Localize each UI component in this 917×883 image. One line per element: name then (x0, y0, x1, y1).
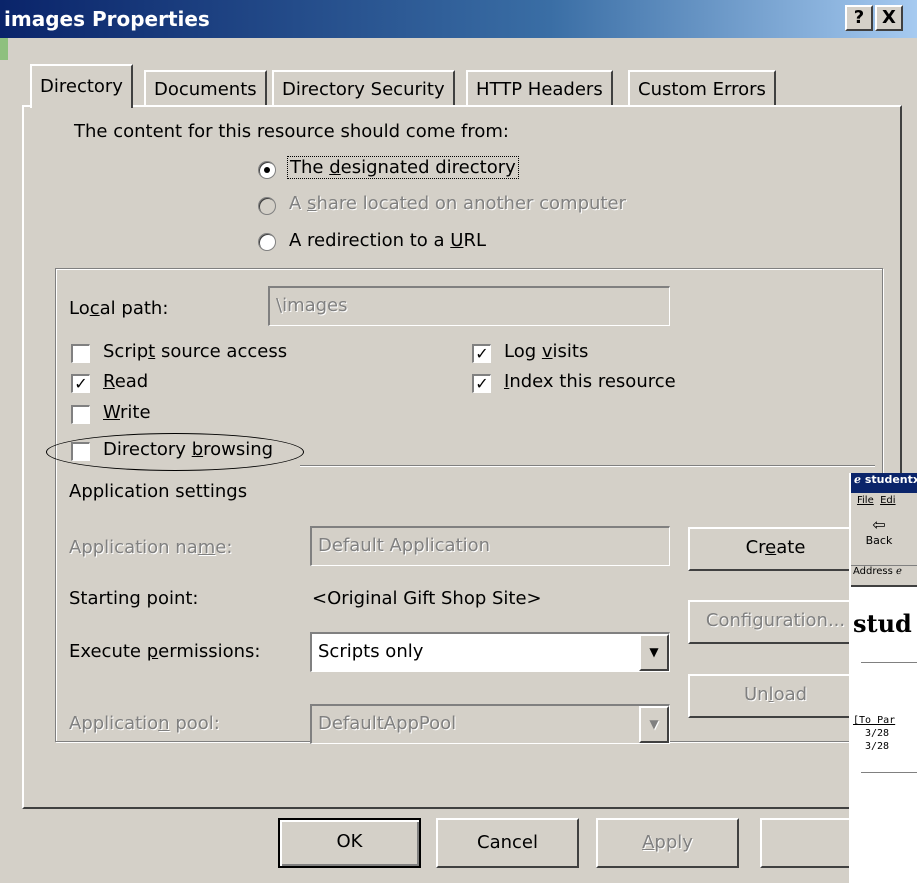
divider (861, 662, 917, 663)
apply-button[interactable]: Apply (596, 818, 739, 868)
back-button[interactable]: ⇦ Back (855, 515, 903, 559)
radio-share-another-computer[interactable] (258, 197, 276, 215)
menu-file[interactable]: File (857, 495, 874, 506)
window-title: images Properties (4, 7, 210, 31)
index-resource-checkbox[interactable]: ✓ (472, 374, 491, 393)
create-button[interactable]: Create (688, 527, 863, 571)
log-visits-label[interactable]: Log visits (504, 341, 588, 362)
title-bar[interactable]: images Properties ? X (0, 0, 917, 38)
listing-line: 3/28 (865, 741, 890, 752)
parent-link[interactable]: [To Par (853, 715, 895, 726)
script-source-checkbox[interactable] (71, 344, 90, 363)
page-heading: stud (853, 609, 912, 638)
radio-redirection-url[interactable] (258, 233, 276, 251)
browser-window[interactable]: ℯ studentx File Edi ⇦ Back Address ℯ stu… (849, 473, 917, 883)
app-name-label: Application name: (69, 537, 233, 558)
divider (861, 772, 917, 773)
browser-content: stud [To Par 3/28 3/28 (851, 585, 917, 883)
write-label[interactable]: Write (103, 402, 151, 423)
chevron-down-icon[interactable]: ▼ (639, 634, 669, 671)
listing-line: 3/28 (865, 728, 890, 739)
chevron-down-icon[interactable]: ▼ (639, 706, 669, 743)
radio-designated-directory[interactable] (258, 161, 276, 179)
close-button[interactable]: X (875, 5, 903, 31)
app-pool-label: Application pool: (69, 713, 220, 734)
tab-custom-errors[interactable]: Custom Errors (628, 70, 776, 106)
configuration-button[interactable]: Configuration... (688, 600, 863, 644)
local-path-field[interactable]: \images (268, 286, 670, 326)
unload-button[interactable]: Unload (688, 674, 863, 718)
radio-designated-directory-label[interactable]: The designated directory (287, 156, 519, 179)
write-checkbox[interactable] (71, 405, 90, 424)
log-visits-checkbox[interactable]: ✓ (472, 344, 491, 363)
app-settings-separator (300, 465, 875, 467)
ok-button[interactable]: OK (278, 818, 421, 868)
read-label[interactable]: Read (103, 371, 148, 392)
source-prompt: The content for this resource should com… (74, 121, 509, 142)
cancel-button[interactable]: Cancel (436, 818, 579, 868)
app-pool-select[interactable]: DefaultAppPool ▼ (310, 704, 670, 744)
tab-documents[interactable]: Documents (144, 70, 267, 106)
help-button[interactable]: ? (845, 5, 873, 31)
browser-menu[interactable]: File Edi (851, 495, 896, 506)
starting-point-label: Starting point: (69, 588, 199, 609)
read-checkbox[interactable]: ✓ (71, 374, 90, 393)
tab-directory[interactable]: Directory (30, 64, 133, 108)
app-settings-heading: Application settings (69, 481, 248, 502)
browser-title[interactable]: ℯ studentx (851, 473, 917, 493)
menu-edit[interactable]: Edi (880, 495, 895, 506)
starting-point-value: <Original Gift Shop Site> (312, 588, 542, 609)
execute-permissions-select[interactable]: Scripts only ▼ (310, 632, 670, 672)
local-path-label: Local path: (69, 298, 169, 319)
back-arrow-icon: ⇦ (872, 515, 886, 534)
radio-share-label: A share located on another computer (289, 193, 626, 214)
ie-icon: ℯ (854, 473, 865, 486)
tab-directory-security[interactable]: Directory Security (272, 70, 455, 106)
address-bar[interactable]: Address ℯ (851, 565, 917, 583)
radio-redirection-label[interactable]: A redirection to a URL (289, 230, 486, 251)
tab-http-headers[interactable]: HTTP Headers (466, 70, 613, 106)
index-resource-label[interactable]: Index this resource (504, 371, 676, 392)
execute-permissions-label: Execute permissions: (69, 641, 261, 662)
app-name-field[interactable]: Default Application (310, 526, 670, 566)
ie-page-icon: ℯ (896, 566, 902, 577)
highlight-ellipse (46, 433, 304, 471)
script-source-label[interactable]: Script source access (103, 341, 287, 362)
